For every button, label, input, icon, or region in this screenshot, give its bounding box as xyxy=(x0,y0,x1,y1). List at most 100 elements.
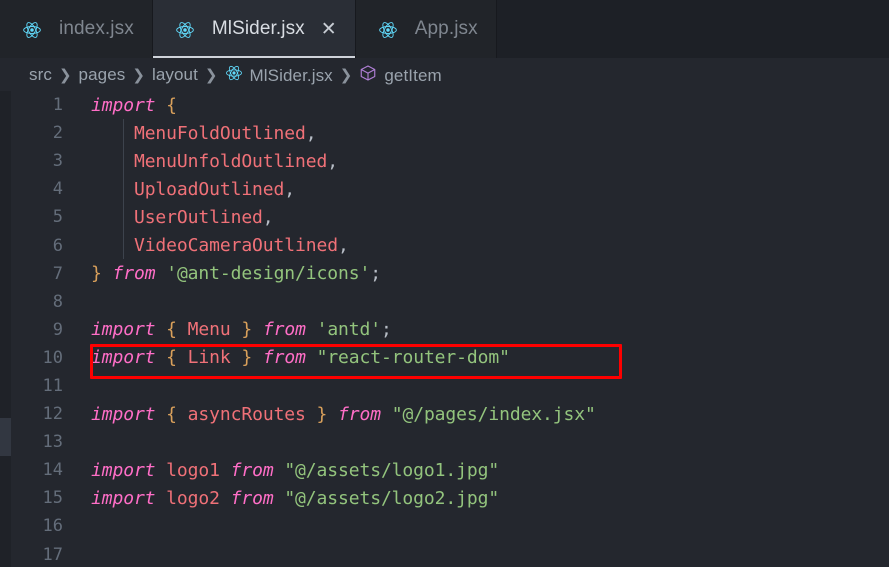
editor-tab-bar: index.jsx MlSider.jsx ✕ App.jsx xyxy=(0,0,889,58)
code-token: from xyxy=(230,487,274,509)
code-line[interactable]: 12 import { asyncRoutes } from "@/pages/i… xyxy=(11,400,889,428)
code-token: from xyxy=(230,459,274,481)
tab-bar-empty-space xyxy=(496,0,889,58)
code-line[interactable]: 8 xyxy=(11,288,889,316)
code-token: { xyxy=(166,319,177,341)
breadcrumb-separator: ❯ xyxy=(204,65,218,84)
react-icon xyxy=(22,20,42,40)
editor-tab-app-jsx[interactable]: App.jsx xyxy=(355,0,497,58)
react-icon xyxy=(175,20,195,40)
line-text[interactable]: MenuFoldOutlined, xyxy=(63,123,889,144)
line-text[interactable]: import logo2 from "@/assets/logo2.jpg" xyxy=(63,488,889,509)
code-token: , xyxy=(305,122,317,144)
code-token: , xyxy=(284,178,296,200)
breadcrumb-item-src[interactable]: src xyxy=(29,65,52,85)
line-text[interactable]: VideoCameraOutlined, xyxy=(63,235,889,256)
code-line[interactable]: 7} from '@ant-design/icons'; xyxy=(11,260,889,288)
code-line[interactable]: 9 import { Menu } from 'antd'; xyxy=(11,316,889,344)
breadcrumb-item-pages[interactable]: pages xyxy=(79,65,126,85)
code-line[interactable]: 6 VideoCameraOutlined, xyxy=(11,231,889,259)
breadcrumb-item-label: MlSider.jsx xyxy=(249,66,333,85)
code-token: 'antd' xyxy=(316,319,382,341)
code-token: "@/assets/logo2.jpg" xyxy=(284,487,500,509)
code-token: '@ant-design/icons' xyxy=(166,263,371,285)
symbol-cube-icon xyxy=(359,64,377,82)
code-editor[interactable]: 1 import {2 MenuFoldOutlined, 3 MenuUnfold… xyxy=(0,91,889,567)
line-number: 5 xyxy=(52,207,63,228)
line-number: 1 xyxy=(52,95,63,116)
code-token: import xyxy=(91,403,156,425)
line-number: 12 xyxy=(42,404,63,425)
tab-close-icon[interactable]: ✕ xyxy=(321,19,337,39)
overview-ruler-slider[interactable] xyxy=(0,418,11,456)
line-text[interactable]: UserOutlined, xyxy=(63,207,889,228)
code-token: } xyxy=(91,263,102,285)
code-line[interactable]: 14 import logo1 from "@/assets/logo1.jpg" xyxy=(11,456,889,484)
code-line[interactable]: 5 UserOutlined, xyxy=(11,203,889,231)
breadcrumb-separator: ❯ xyxy=(132,65,145,84)
code-line[interactable]: 15 import logo2 from "@/assets/logo2.jpg" xyxy=(11,484,889,512)
code-line[interactable]: 10 import { Link } from "react-router-dom… xyxy=(11,344,889,372)
line-number: 11 xyxy=(42,375,63,396)
code-token: from xyxy=(338,403,381,425)
line-text[interactable]: import { Link } from "react-router-dom" xyxy=(63,347,889,368)
code-token: from xyxy=(262,347,306,369)
code-token: import xyxy=(91,319,156,341)
code-token: { xyxy=(166,347,177,369)
line-text[interactable]: UploadOutlined, xyxy=(63,179,889,200)
code-content-area[interactable]: 1 import {2 MenuFoldOutlined, 3 MenuUnfold… xyxy=(11,91,889,567)
line-text[interactable]: import { Menu } from 'antd'; xyxy=(63,319,889,340)
code-line[interactable]: 16 xyxy=(11,512,889,540)
line-text[interactable]: MenuUnfoldOutlined, xyxy=(63,151,889,172)
code-line[interactable]: 17 xyxy=(11,541,889,567)
code-token: UserOutlined xyxy=(133,206,263,228)
react-icon xyxy=(225,64,243,82)
react-icon xyxy=(378,20,398,40)
code-line[interactable]: 1 import { xyxy=(11,91,889,119)
code-token: ; xyxy=(381,319,392,341)
breadcrumb-item-label: pages xyxy=(78,64,126,84)
editor-overview-ruler[interactable] xyxy=(0,91,11,567)
line-text[interactable]: } from '@ant-design/icons'; xyxy=(63,263,889,284)
line-number: 3 xyxy=(52,151,63,172)
line-number: 2 xyxy=(52,123,63,144)
code-token: } xyxy=(241,347,253,369)
code-token: ; xyxy=(370,263,381,285)
line-number: 4 xyxy=(52,179,63,200)
code-token: "@/pages/index.jsx" xyxy=(391,403,596,425)
code-token: "@/assets/logo1.jpg" xyxy=(284,459,500,481)
breadcrumb-item-label: getItem xyxy=(384,66,442,85)
line-text[interactable]: import { xyxy=(63,95,889,116)
editor-tab-mlsider-jsx[interactable]: MlSider.jsx ✕ xyxy=(152,0,356,58)
code-line[interactable]: 13 xyxy=(11,428,889,456)
code-token: { xyxy=(166,403,177,425)
code-token: logo2 xyxy=(166,487,220,509)
line-text[interactable]: import logo1 from "@/assets/logo1.jpg" xyxy=(63,460,889,481)
breadcrumb-item-label: layout xyxy=(151,64,198,84)
line-text[interactable]: import { asyncRoutes } from "@/pages/ind… xyxy=(63,404,889,425)
breadcrumb-item-layout[interactable]: layout xyxy=(152,65,198,85)
breadcrumb-item-getitem[interactable]: getItem xyxy=(359,63,442,86)
code-line[interactable]: 4 UploadOutlined, xyxy=(11,175,889,203)
code-line[interactable]: 11 xyxy=(11,372,889,400)
code-line[interactable]: 2 MenuFoldOutlined, xyxy=(11,119,889,147)
tab-label: App.jsx xyxy=(414,18,478,39)
breadcrumb-item-mlsider-jsx[interactable]: MlSider.jsx xyxy=(225,63,333,86)
editor-tab-index-jsx[interactable]: index.jsx xyxy=(0,0,153,58)
code-line[interactable]: 3 MenuUnfoldOutlined, xyxy=(11,147,889,175)
code-token: VideoCameraOutlined xyxy=(133,235,338,257)
